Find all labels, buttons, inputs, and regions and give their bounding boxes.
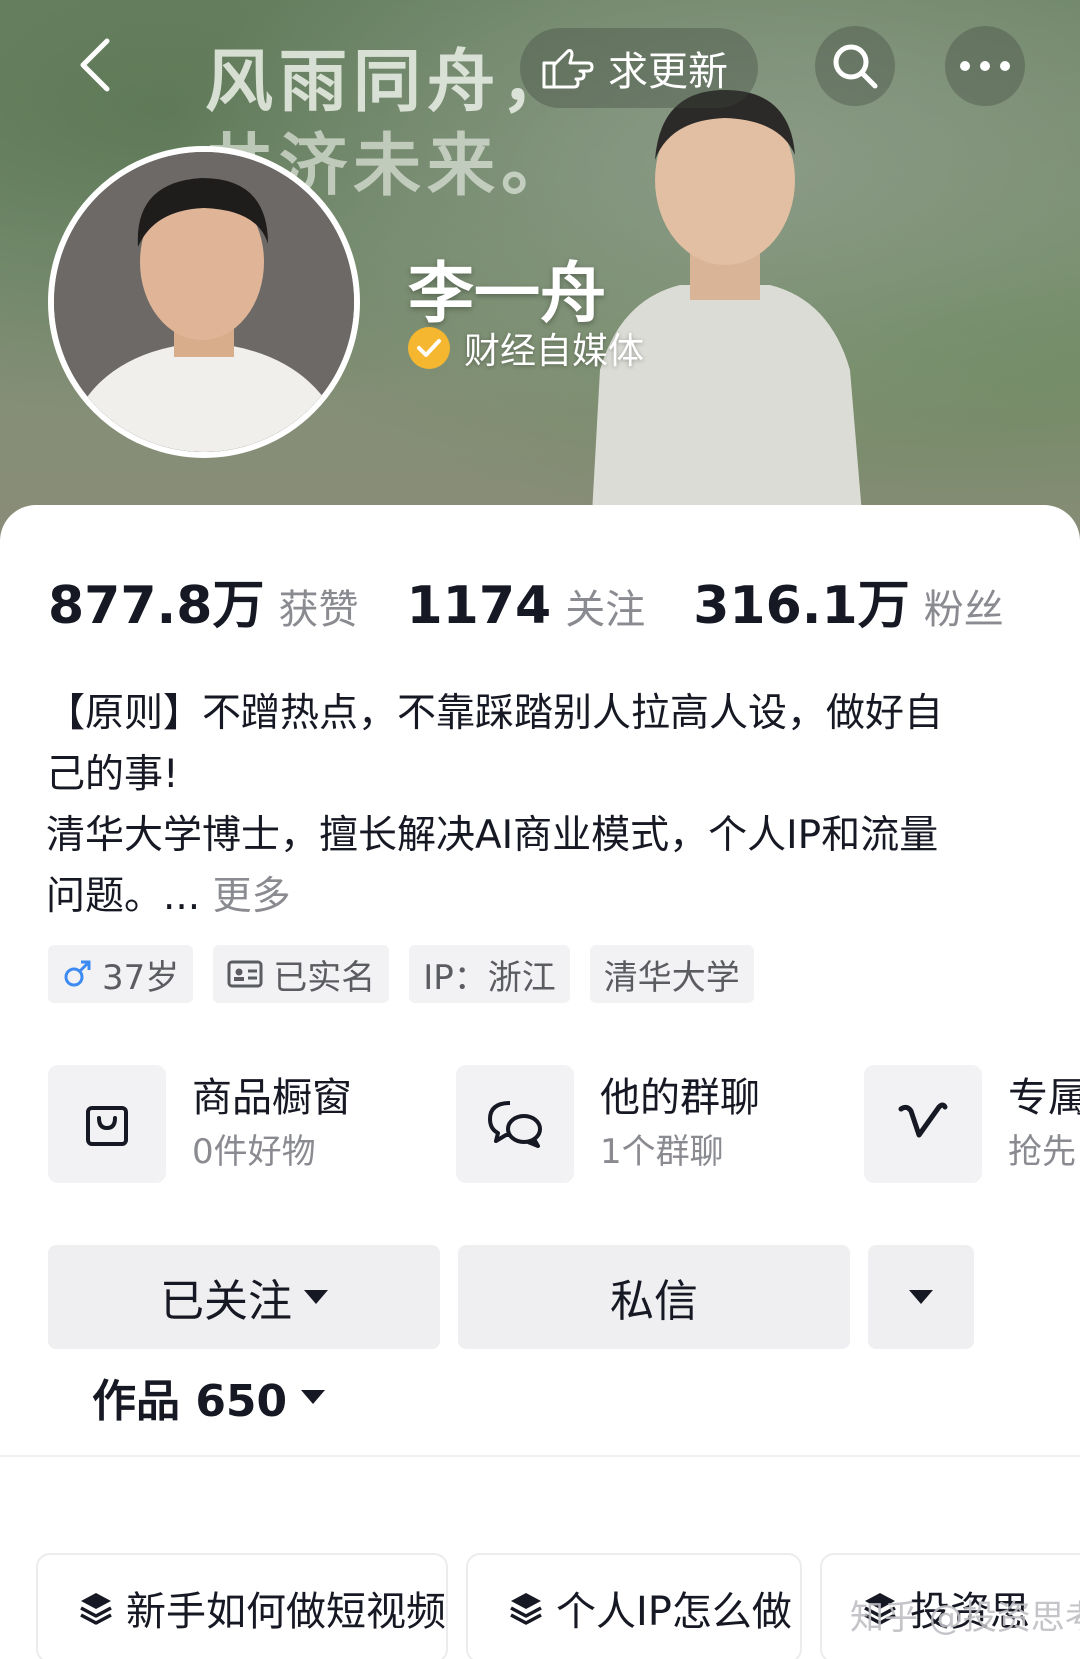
service-entries: 商品橱窗 0件好物 他的群聊 1个群聊 专属 抢先 — [48, 1065, 1080, 1185]
back-button[interactable] — [60, 30, 130, 100]
message-button-label: 私信 — [610, 1276, 698, 1327]
tag-school[interactable]: 清华大学 — [589, 945, 754, 1003]
male-icon — [64, 960, 91, 987]
vip-v-icon — [864, 1065, 982, 1183]
tag-age: 37岁 — [48, 945, 194, 1003]
collection-item[interactable]: 新手如何做短视频 — [36, 1553, 448, 1659]
caret-down-icon — [304, 1290, 328, 1304]
stat-followers-label: 粉丝 — [923, 587, 1004, 633]
verified-check-icon — [408, 327, 450, 369]
service-group-chat[interactable]: 他的群聊 1个群聊 — [456, 1065, 760, 1183]
request-update-button[interactable]: 求更新 — [520, 28, 758, 108]
tab-works-label: 作品 650 — [92, 1376, 288, 1427]
profile-tags: 37岁 已实名 IP：浙江 清华大学 — [48, 945, 754, 1003]
profile-card: 877.8万 获赞 1174 关注 316.1万 粉丝 【原则】不蹭热点，不靠踩… — [0, 505, 1080, 1659]
watermark: 知乎 @投资思考 — [850, 1598, 1080, 1638]
stat-likes-label: 获赞 — [278, 587, 359, 633]
bio-more-link[interactable]: 更多 — [213, 874, 291, 919]
tag-ip-location: IP：浙江 — [409, 945, 570, 1003]
cover-slogan-line1: 风雨同舟， — [205, 42, 576, 122]
request-update-label: 求更新 — [608, 49, 728, 95]
stat-followers[interactable]: 316.1万 粉丝 — [693, 563, 1003, 638]
id-card-icon — [227, 960, 263, 988]
search-button[interactable] — [815, 26, 895, 106]
bio-line: 问题。... 更多 — [46, 866, 1036, 927]
service-exclusive-title: 专属 — [1008, 1075, 1080, 1121]
tag-school-label: 清华大学 — [603, 957, 740, 998]
service-group-chat-title: 他的群聊 — [600, 1075, 760, 1121]
stat-following-number: 1174 — [406, 576, 552, 636]
more-options-dropdown[interactable] — [868, 1245, 974, 1349]
stats-row: 877.8万 获赞 1174 关注 316.1万 粉丝 — [48, 563, 1052, 638]
more-button[interactable] — [945, 26, 1025, 106]
verification-label: 财经自媒体 — [464, 331, 645, 372]
service-shop-window-title: 商品橱窗 — [192, 1075, 352, 1121]
followed-button[interactable]: 已关注 — [48, 1245, 440, 1349]
tab-divider — [0, 1455, 1080, 1457]
layers-icon — [80, 1593, 112, 1625]
stat-following[interactable]: 1174 关注 — [406, 576, 645, 636]
avatar[interactable] — [48, 146, 360, 458]
tag-ip-location-label: IP：浙江 — [423, 957, 556, 998]
stat-followers-number: 316.1万 — [693, 576, 910, 636]
collection-item[interactable]: 个人IP怎么做 — [466, 1553, 802, 1659]
avatar-photo — [54, 152, 354, 452]
tag-verified-identity-label: 已实名 — [273, 957, 376, 998]
bio-line: 清华大学博士，擅长解决AI商业模式，个人IP和流量 — [46, 813, 939, 858]
back-arrow-icon — [80, 38, 110, 92]
service-exclusive-subtitle: 抢先 — [1008, 1132, 1076, 1172]
stat-likes-number: 877.8万 — [48, 576, 265, 636]
bio: 【原则】不蹭热点，不靠踩踏别人拉高人设，做好自 己的事! 清华大学博士，擅长解决… — [46, 683, 1036, 927]
tag-age-label: 37岁 — [102, 957, 180, 998]
tab-works[interactable]: 作品 650 — [92, 1365, 326, 1429]
stat-following-label: 关注 — [565, 587, 646, 633]
caret-down-icon — [301, 1390, 326, 1404]
cover-photo-person — [590, 90, 865, 540]
service-shop-window[interactable]: 商品橱窗 0件好物 — [48, 1065, 352, 1183]
collection-item-label: 个人IP怎么做 — [556, 1589, 792, 1635]
stat-likes[interactable]: 877.8万 获赞 — [48, 563, 358, 638]
bio-line: 己的事! — [46, 752, 179, 797]
bio-line: 【原则】不蹭热点，不靠踩踏别人拉高人设，做好自 — [46, 691, 944, 736]
service-shop-window-subtitle: 0件好物 — [192, 1132, 316, 1172]
caret-down-icon — [909, 1290, 933, 1304]
more-dots-icon — [960, 61, 1010, 71]
followed-button-label: 已关注 — [160, 1276, 292, 1327]
group-chat-icon — [456, 1065, 574, 1183]
layers-icon — [510, 1593, 542, 1625]
search-icon — [833, 44, 878, 89]
collection-item-label: 新手如何做短视频 — [126, 1589, 446, 1635]
pointing-hand-icon — [542, 49, 594, 89]
verification-row: 财经自媒体 — [408, 322, 644, 374]
service-group-chat-subtitle: 1个群聊 — [600, 1132, 724, 1172]
tag-verified-identity: 已实名 — [213, 945, 390, 1003]
bio-line-text: 问题。... — [46, 874, 201, 919]
service-exclusive[interactable]: 专属 抢先 — [864, 1065, 1080, 1183]
action-buttons: 已关注 私信 — [48, 1245, 1033, 1349]
message-button[interactable]: 私信 — [458, 1245, 850, 1349]
shopping-bag-icon — [48, 1065, 166, 1183]
